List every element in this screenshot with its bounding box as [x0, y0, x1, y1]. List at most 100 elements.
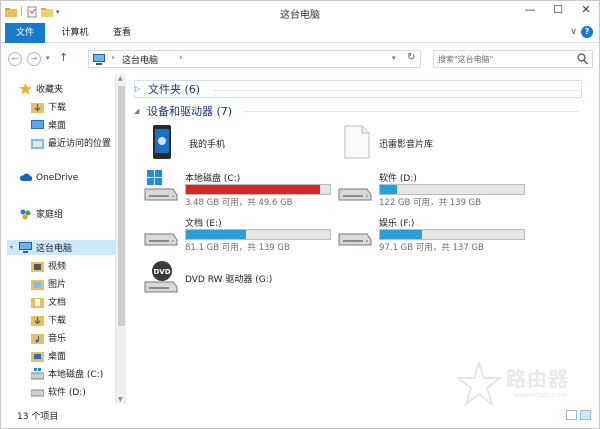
nav-this-pc[interactable]: ▾ 这台电脑 — [7, 240, 115, 255]
downloads-folder-icon — [31, 314, 44, 326]
nav-scrollbar[interactable]: ▲ ▼ — [115, 74, 126, 404]
drive-usage-bar — [185, 184, 331, 195]
videos-folder-icon — [31, 260, 44, 272]
maximize-icon[interactable]: ☐ — [551, 3, 565, 16]
refresh-icon[interactable]: ↻ — [407, 52, 415, 63]
document-icon — [341, 125, 377, 159]
expand-arrow-icon[interactable]: ▾ — [7, 244, 16, 251]
windows-drive-icon — [143, 169, 179, 203]
forward-button[interactable]: → — [27, 52, 41, 66]
expand-ribbon-icon[interactable]: ∨ — [570, 27, 577, 37]
onedrive-cloud-icon — [19, 172, 33, 184]
desktop-folder-icon — [31, 350, 44, 362]
search-icon[interactable] — [576, 52, 589, 66]
downloads-folder-icon — [31, 101, 44, 113]
tiles-view-icon[interactable] — [580, 410, 591, 420]
address-bar[interactable]: › 这台电脑 › ▾ ↻ — [88, 50, 421, 68]
window-controls: — ☐ ✕ — [523, 3, 593, 16]
ribbon-tabs: 文件 计算机 查看 ∨ ? — [1, 23, 599, 43]
watermark: 路由器 www.lotpc.com — [455, 359, 596, 409]
drive-usage-fill — [380, 185, 398, 194]
close-icon[interactable]: ✕ — [579, 3, 593, 16]
drive-icon — [337, 214, 373, 248]
details-view-icon[interactable] — [566, 410, 577, 420]
computer-icon — [92, 54, 106, 65]
tab-computer[interactable]: 计算机 — [55, 23, 95, 43]
address-dropdown-icon[interactable]: ▾ — [392, 54, 396, 62]
search-box[interactable] — [433, 50, 593, 68]
up-button[interactable]: ↑ — [59, 51, 68, 64]
recent-locations-icon[interactable]: ▾ — [46, 54, 50, 62]
tab-view[interactable]: 查看 — [105, 23, 139, 43]
drive-f[interactable]: 娱乐 (F:) 97.1 GB 可用，共 137 GB — [337, 214, 537, 253]
star-icon — [19, 82, 32, 95]
group-divider — [244, 111, 579, 112]
drive-usage-fill — [186, 230, 247, 239]
nav-item-downloads[interactable]: 下载 — [31, 99, 66, 114]
nav-item-documents[interactable]: 文档 — [31, 294, 66, 309]
nav-favorites[interactable]: 收藏夹 — [19, 81, 63, 96]
scroll-down-icon[interactable]: ▼ — [118, 396, 123, 403]
scroll-up-icon[interactable]: ▲ — [118, 75, 123, 82]
devices-group-header[interactable]: ◢ 设备和驱动器 (7) — [134, 102, 582, 120]
navigation-bar: ← → ▾ ↑ › 这台电脑 › ▾ ↻ — [1, 44, 599, 74]
navigation-pane: 收藏夹 下载 桌面 最近访问的位置 OneDrive 家庭组 ▾ 这台电脑 视频… — [1, 74, 127, 404]
svg-text:DVD: DVD — [153, 268, 170, 276]
drive-usage-bar — [379, 184, 525, 195]
watermark-logo-icon — [455, 359, 503, 407]
nav-item-downloads-pc[interactable]: 下载 — [31, 312, 66, 327]
nav-item-drive-d[interactable]: 软件 (D:) — [30, 384, 86, 399]
title-bar: | ▾ 这台电脑 — ☐ ✕ — [1, 1, 599, 23]
help-icon[interactable]: ? — [581, 26, 593, 38]
homegroup-icon — [19, 208, 32, 220]
nav-item-music[interactable]: 音乐 — [31, 330, 66, 345]
windows-drive-icon — [30, 367, 45, 380]
group-divider — [213, 90, 578, 91]
search-input[interactable] — [438, 53, 576, 66]
scrollbar-thumb[interactable] — [118, 86, 125, 326]
documents-folder-icon — [31, 296, 44, 308]
folders-group-header[interactable]: ▷ 文件夹 (6) — [134, 80, 582, 98]
nav-onedrive[interactable]: OneDrive — [19, 170, 78, 185]
nav-item-recent-places[interactable]: 最近访问的位置 — [31, 135, 111, 150]
minimize-icon[interactable]: — — [523, 3, 537, 16]
nav-item-desktop[interactable]: 桌面 — [31, 117, 66, 132]
pictures-folder-icon — [31, 278, 44, 290]
drive-icon — [337, 169, 373, 203]
drive-icon — [143, 214, 179, 248]
drive-e[interactable]: 文档 (E:) 81.1 GB 可用，共 139 GB — [143, 214, 343, 253]
window-title: 这台电脑 — [280, 10, 320, 21]
drive-icon — [30, 386, 45, 398]
content-pane: ▷ 文件夹 (6) ◢ 设备和驱动器 (7) 我的手机 迅雷影音片库 本地磁盘 … — [129, 74, 599, 404]
drive-usage-bar — [379, 229, 525, 240]
back-button[interactable]: ← — [8, 52, 22, 66]
recent-places-icon — [31, 137, 44, 149]
nav-item-desktop-pc[interactable]: 桌面 — [31, 348, 66, 363]
drive-usage-fill — [380, 230, 422, 239]
dvd-drive-icon: DVD — [143, 260, 179, 294]
tab-file[interactable]: 文件 — [5, 23, 45, 43]
nav-homegroup[interactable]: 家庭组 — [19, 206, 63, 221]
item-count: 13 个项目 — [17, 412, 59, 422]
nav-item-pictures[interactable]: 图片 — [31, 276, 66, 291]
breadcrumb-separator[interactable]: › — [179, 53, 183, 63]
drive-usage-fill — [186, 185, 320, 194]
drive-c[interactable]: 本地磁盘 (C:) 3.48 GB 可用，共 49.6 GB — [143, 169, 343, 208]
collapse-arrow-icon[interactable]: ▷ — [135, 85, 145, 93]
breadcrumb-separator[interactable]: › — [111, 53, 115, 63]
device-my-phone[interactable]: 我的手机 — [147, 125, 327, 159]
music-folder-icon — [31, 332, 44, 344]
explorer-window: | ▾ 这台电脑 — ☐ ✕ 文件 计算机 查看 ∨ ? ← → ▾ ↑ › 这… — [0, 0, 600, 429]
device-xunlei-library[interactable]: 迅雷影音片库 — [341, 125, 541, 159]
drive-usage-bar — [185, 229, 331, 240]
computer-icon — [19, 241, 32, 254]
phone-icon — [147, 125, 183, 159]
nav-item-drive-c[interactable]: 本地磁盘 (C:) — [30, 366, 103, 381]
expand-arrow-icon[interactable]: ◢ — [134, 107, 144, 115]
desktop-icon — [31, 119, 44, 131]
drive-dvd-g[interactable]: DVD DVD RW 驱动器 (G:) — [143, 260, 343, 294]
view-switcher — [566, 410, 591, 420]
breadcrumb-this-pc[interactable]: 这台电脑 — [122, 53, 158, 66]
nav-item-videos[interactable]: 视频 — [31, 258, 66, 273]
drive-d[interactable]: 软件 (D:) 122 GB 可用，共 139 GB — [337, 169, 537, 208]
